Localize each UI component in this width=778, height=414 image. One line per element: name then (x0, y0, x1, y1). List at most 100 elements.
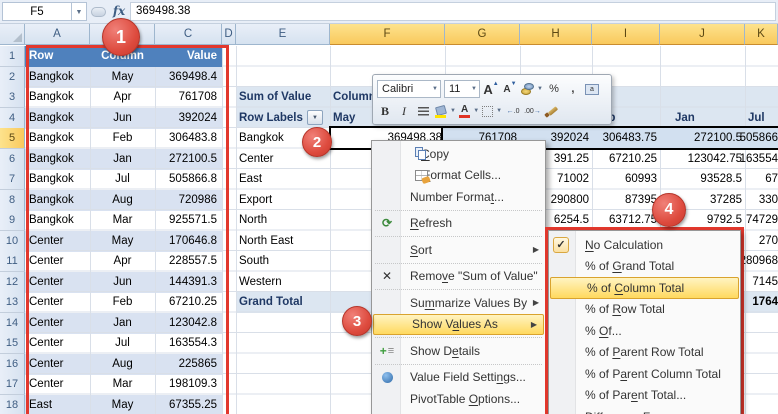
row-labels-filter-button[interactable]: ▼ (307, 110, 323, 125)
pivot-column-header-jan[interactable]: Jan (660, 108, 755, 129)
increase-decimal-button[interactable]: ←.0 (505, 102, 521, 120)
row-header-8[interactable]: 8 (0, 190, 25, 211)
decrease-decimal-button[interactable]: .00→ (524, 102, 541, 120)
decrease-decimal-icon: .00→ (524, 108, 541, 115)
center-align-icon (418, 107, 429, 116)
gridline-vertical (330, 46, 331, 414)
row-header-3[interactable]: 3 (0, 87, 25, 108)
font-name-value: Calibri (382, 83, 413, 95)
column-header-H[interactable]: H (520, 24, 592, 45)
menu-item-pct-of-grand-total[interactable]: % of Grand Total (549, 256, 740, 278)
menu-item-no-calculation[interactable]: No Calculation (549, 234, 740, 256)
menu-item-format-cells[interactable]: Format Cells... (372, 165, 545, 187)
menu-item-pct-of-parent-row-total[interactable]: % of Parent Row Total (549, 342, 740, 364)
pivot-cell[interactable]: 306483.75 (592, 128, 660, 149)
pivot-grand-total-label[interactable]: Grand Total (236, 292, 330, 313)
row-header-11[interactable]: 11 (0, 251, 25, 272)
pivot-row-label[interactable]: South (236, 251, 330, 272)
font-color-button[interactable]: A▼ (459, 102, 479, 120)
pivot-cell[interactable]: 163554 (700, 149, 778, 170)
pivot-row-label[interactable]: East (236, 169, 330, 190)
menu-item-show-details[interactable]: Show Details (372, 340, 545, 362)
row-header-1[interactable]: 1 (0, 46, 25, 67)
column-header-C[interactable]: C (155, 24, 222, 45)
row-header-9[interactable]: 9 (0, 210, 25, 231)
pivot-cell[interactable]: 60993 (592, 169, 660, 190)
menu-item-label: Refresh (410, 216, 452, 230)
merge-center-button[interactable]: a (584, 80, 600, 98)
name-box-dropdown-icon[interactable]: ▼ (72, 2, 87, 21)
select-all-corner[interactable] (0, 24, 25, 45)
formula-input[interactable]: 369498.38 (130, 2, 776, 21)
column-header-A[interactable]: A (25, 24, 90, 45)
grow-font-button[interactable]: A▲ (483, 80, 499, 98)
menu-item-refresh[interactable]: Refresh (372, 213, 545, 235)
row-header-5[interactable]: 5 (0, 128, 25, 149)
menu-item-pct-of-column-total[interactable]: % of Column Total (550, 277, 739, 299)
submenu-arrow-icon: ▶ (531, 320, 537, 329)
bold-button[interactable]: B (377, 102, 393, 120)
menu-item-difference-from[interactable]: Difference From... (549, 406, 740, 414)
row-header-12[interactable]: 12 (0, 272, 25, 293)
pivot-row-label[interactable]: Export (236, 190, 330, 211)
column-header-F[interactable]: F (330, 24, 445, 45)
menu-item-pct-of-row-total[interactable]: % of Row Total (549, 299, 740, 321)
column-header-J[interactable]: J (660, 24, 745, 45)
menu-item-pct-of-parent-total[interactable]: % of Parent Total... (549, 385, 740, 407)
row-header-7[interactable]: 7 (0, 169, 25, 190)
column-header-E[interactable]: E (236, 24, 330, 45)
menu-item-pct-of[interactable]: % Of... (549, 320, 740, 342)
font-size-select[interactable]: 11 ▼ (444, 80, 480, 98)
row-header-6[interactable]: 6 (0, 149, 25, 170)
increase-decimal-icon: ←.0 (507, 108, 520, 115)
borders-button[interactable]: ▼ (482, 102, 502, 120)
pivot-cell[interactable]: 67210.25 (592, 149, 660, 170)
menu-item-label: No Calculation (585, 238, 663, 252)
pivot-cell[interactable]: 330 (700, 190, 778, 211)
formula-bar-splitter[interactable] (91, 7, 106, 17)
column-header-D[interactable]: D (222, 24, 236, 45)
fill-color-button[interactable]: ▼ (434, 102, 456, 120)
menu-item-number-format[interactable]: Number Format... (372, 186, 545, 208)
menu-item-copy[interactable]: Copy (372, 143, 545, 165)
menu-item-show-field-list[interactable] (372, 410, 545, 414)
accounting-format-button[interactable]: ▼ (521, 80, 543, 98)
column-header-K[interactable]: K (745, 24, 778, 45)
pivot-row-label[interactable]: Western (236, 272, 330, 293)
row-header-13[interactable]: 13 (0, 292, 25, 313)
pivot-cell[interactable]: 505866 (700, 128, 778, 149)
pivot-cell[interactable]: 67 (700, 169, 778, 190)
column-header-G[interactable]: G (445, 24, 520, 45)
shrink-font-button[interactable]: A▼ (502, 80, 518, 98)
center-align-button[interactable] (415, 102, 431, 120)
format-painter-button[interactable] (544, 102, 560, 120)
comma-style-button[interactable]: , (565, 80, 581, 98)
pivot-column-header-jul[interactable]: Jul (745, 108, 778, 129)
menu-item-pivottable-options[interactable]: PivotTable Options... (372, 388, 545, 410)
menu-item-summarize-values-by[interactable]: Summarize Values By▶ (372, 292, 545, 314)
refresh-icon (377, 215, 397, 231)
row-header-2[interactable]: 2 (0, 67, 25, 88)
pivot-row-label[interactable]: North (236, 210, 330, 231)
menu-item-value-field-settings[interactable]: Value Field Settings... (372, 367, 545, 389)
menu-item-pct-of-parent-column-total[interactable]: % of Parent Column Total (549, 363, 740, 385)
pivot-row-label[interactable]: North East (236, 231, 330, 252)
name-box[interactable]: F5 (2, 2, 72, 21)
pivot-cell[interactable]: 87395 (592, 190, 660, 211)
row-header-18[interactable]: 18 (0, 395, 25, 414)
font-name-select[interactable]: Calibri ▼ (377, 80, 441, 98)
column-header-I[interactable]: I (592, 24, 660, 45)
menu-item-show-values-as[interactable]: Show Values As▶ (373, 314, 544, 336)
shrink-font-icon: A (503, 84, 510, 95)
row-header-14[interactable]: 14 (0, 313, 25, 334)
menu-item-remove-sum-of-value[interactable]: Remove "Sum of Value" (372, 266, 545, 288)
row-header-4[interactable]: 4 (0, 108, 25, 129)
row-header-15[interactable]: 15 (0, 333, 25, 354)
percent-style-button[interactable]: % (546, 80, 562, 98)
italic-button[interactable]: I (396, 102, 412, 120)
row-header-16[interactable]: 16 (0, 354, 25, 375)
menu-item-sort[interactable]: Sort▶ (372, 239, 545, 261)
row-header-10[interactable]: 10 (0, 231, 25, 252)
row-header-17[interactable]: 17 (0, 374, 25, 395)
menu-item-label: Sort (410, 243, 432, 257)
